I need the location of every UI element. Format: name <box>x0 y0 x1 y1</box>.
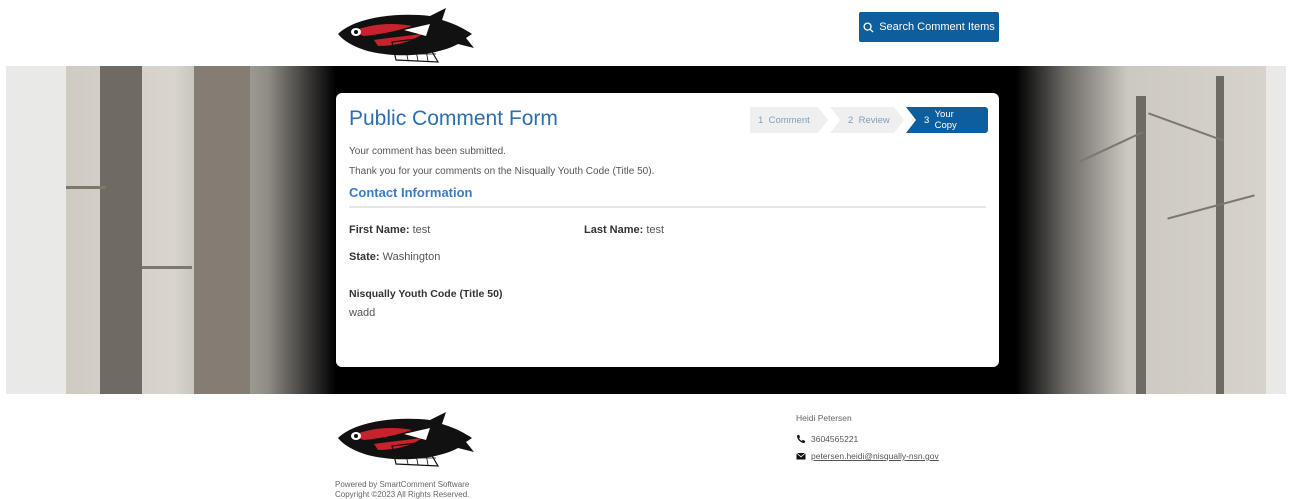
last-name-label: Last Name: <box>584 224 644 236</box>
salmon-logo[interactable] <box>334 4 476 64</box>
comment-item-title: Nisqually Youth Code (Title 50) <box>349 288 503 300</box>
step-comment: 1 Comment <box>750 107 828 133</box>
footer-credits: Powered by SmartComment Software Copyrig… <box>335 480 469 499</box>
first-name-label: First Name: <box>349 224 410 236</box>
search-icon <box>863 21 874 33</box>
thanks-message: Thank you for your comments on the Nisqu… <box>349 166 655 177</box>
submitted-message: Your comment has been submitted. <box>349 146 506 157</box>
hero-forest-right <box>1016 66 1266 394</box>
first-name-value: test <box>412 224 431 236</box>
tree-trunk <box>100 66 142 394</box>
state-value: Washington <box>382 251 441 263</box>
page-title: Public Comment Form <box>349 107 558 130</box>
tree-trunk <box>194 66 250 394</box>
step-your-copy: 3 Your Copy <box>906 107 988 133</box>
step-number: 3 <box>924 114 930 126</box>
copyright-text: Copyright ©2023 All Rights Reserved. <box>335 490 470 499</box>
search-button-label: Search Comment Items <box>879 21 995 33</box>
tree-trunk <box>1216 76 1224 394</box>
step-label: Comment <box>768 114 810 126</box>
step-label: Your Copy <box>934 109 957 131</box>
last-name-field: Last Name: test <box>584 224 664 236</box>
contact-phone: 3604565221 <box>796 434 858 444</box>
hero-margin-right <box>1266 66 1286 394</box>
phone-number: 3604565221 <box>811 434 859 444</box>
comment-form-card: Public Comment Form 1 Comment 2 Review 3… <box>336 93 999 367</box>
powered-by-text: Powered by SmartComment Software <box>335 480 470 489</box>
hero-forest-left <box>66 66 336 394</box>
last-name-value: test <box>646 224 665 236</box>
step-number: 1 <box>758 114 764 126</box>
comment-item-value: wadd <box>349 307 376 319</box>
tree-branch <box>1167 194 1255 220</box>
tree-branch <box>1078 131 1144 163</box>
step-label: Review <box>858 114 890 126</box>
phone-icon <box>797 434 806 443</box>
contact-section-title: Contact Information <box>349 185 473 200</box>
search-comment-items-button[interactable]: Search Comment Items <box>859 12 999 42</box>
tree-branch <box>142 266 192 269</box>
first-name-field: First Name: test <box>349 224 430 236</box>
email-link[interactable]: petersen.heidi@nisqually-nsn.gov <box>811 451 939 461</box>
tree-branch <box>1148 112 1224 142</box>
salmon-logo <box>338 412 474 467</box>
envelope-icon <box>796 452 806 460</box>
hero-margin-left <box>6 66 66 394</box>
state-label: State: <box>349 251 380 263</box>
state-field: State: Washington <box>349 251 440 263</box>
step-number: 2 <box>848 114 854 126</box>
step-review: 2 Review <box>830 107 904 133</box>
divider <box>349 206 986 208</box>
contact-email: petersen.heidi@nisqually-nsn.gov <box>796 451 939 461</box>
contact-name: Heidi Petersen <box>796 413 852 423</box>
tree-trunk <box>1136 96 1146 394</box>
progress-steps: 1 Comment 2 Review 3 Your Copy <box>750 107 990 133</box>
site-header: Search Comment Items <box>0 0 1298 66</box>
tree-branch <box>66 186 106 189</box>
